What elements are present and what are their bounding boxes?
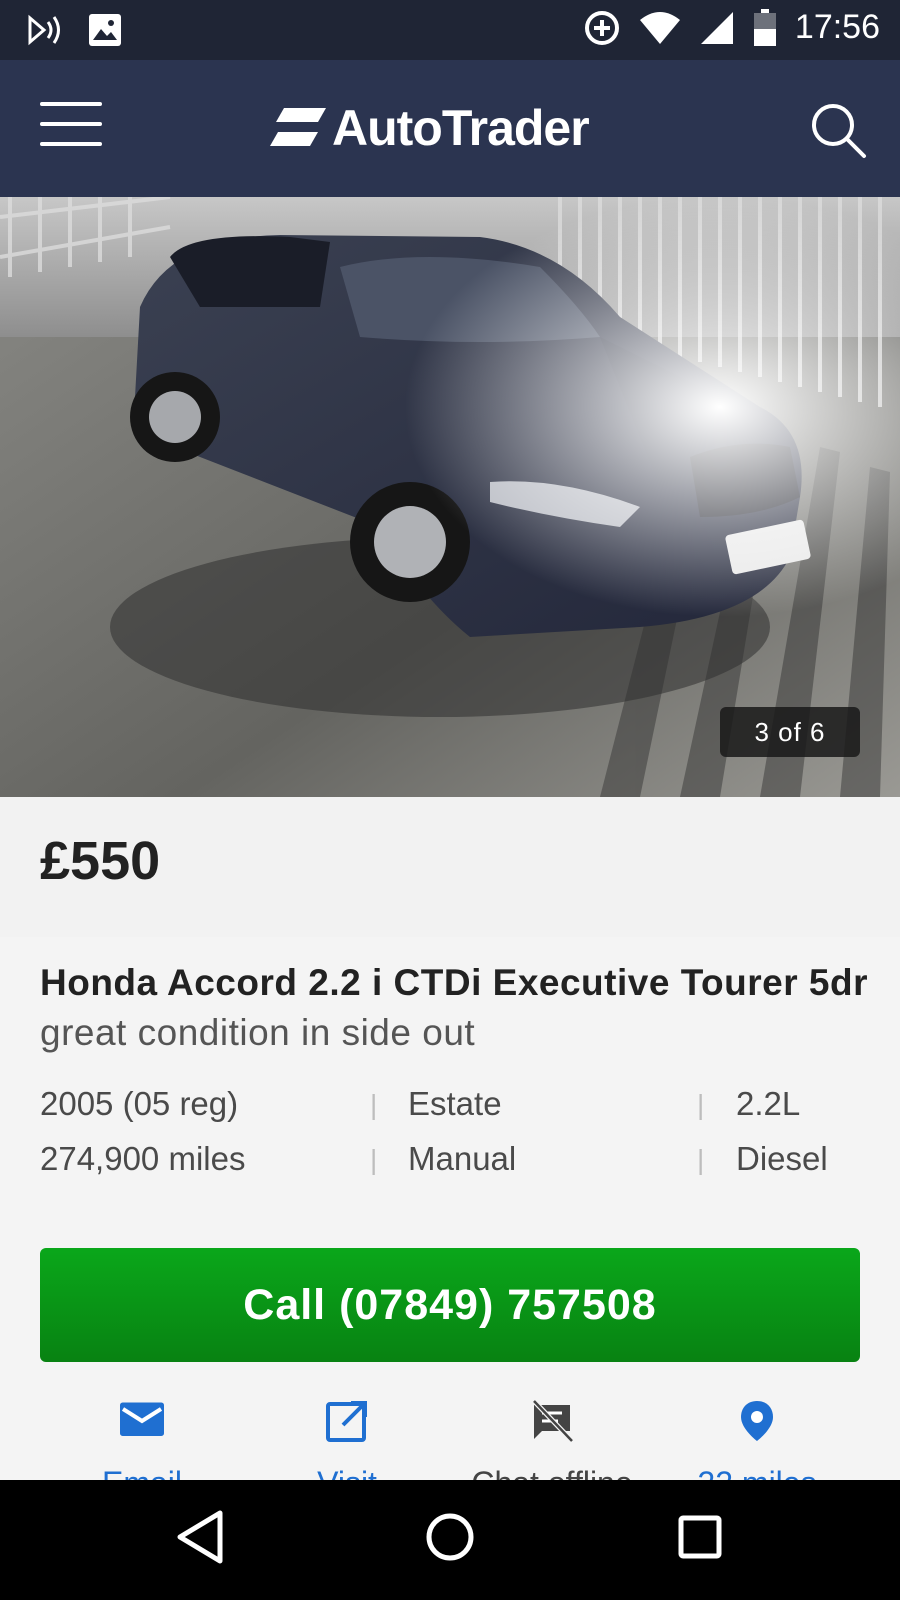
spec-divider: | — [697, 1089, 705, 1120]
distance-button[interactable]: 22 miles — [657, 1395, 857, 1480]
gallery-notification-icon — [89, 14, 121, 46]
chat-off-icon — [532, 1399, 574, 1443]
search-icon[interactable] — [808, 100, 868, 160]
hamburger-menu-icon[interactable] — [40, 102, 102, 148]
spec-mileage: 274,900 miles — [40, 1140, 246, 1177]
logo-wordmark: AutoTrader — [332, 100, 590, 156]
action-bar: Email Visit Chat offline 22 miles — [0, 1395, 900, 1480]
spec-row: 2005 (05 reg) | Estate | 2.2L — [40, 1085, 870, 1125]
spec-divider: | — [370, 1089, 378, 1120]
external-link-icon — [326, 1401, 367, 1442]
email-icon — [120, 1402, 164, 1436]
spec-row: 274,900 miles | Manual | Diesel — [40, 1140, 870, 1180]
visit-label: Visit — [247, 1465, 447, 1480]
battery-icon — [753, 8, 776, 46]
visit-button[interactable]: Visit — [247, 1395, 447, 1480]
home-icon[interactable] — [425, 1512, 475, 1562]
spec-divider: | — [697, 1144, 705, 1175]
spec-divider: | — [370, 1144, 378, 1175]
wifi-icon — [639, 11, 680, 44]
system-navigation-bar — [0, 1480, 900, 1600]
cast-audio-icon — [28, 14, 60, 46]
back-icon[interactable] — [175, 1510, 225, 1564]
autotrader-logo-mark — [270, 108, 326, 146]
spec-fuel-type: Diesel — [736, 1140, 828, 1177]
listing-title: Honda Accord 2.2 i CTDi Executive Tourer… — [40, 958, 870, 1058]
cellular-signal-icon — [700, 11, 733, 44]
price: £550 — [40, 831, 161, 891]
spec-transmission: Manual — [408, 1140, 517, 1177]
distance-label: 22 miles — [657, 1465, 857, 1480]
call-button[interactable]: Call (07849) 757508 — [40, 1248, 860, 1362]
status-time: 17:56 — [794, 8, 880, 46]
chat-offline-button[interactable]: Chat offline — [452, 1395, 652, 1480]
listing-subtitle: great condition in side out — [40, 1012, 476, 1053]
spec-year: 2005 (05 reg) — [40, 1085, 239, 1122]
photo-counter: 3 of 6 — [720, 707, 860, 757]
spec-body-type: Estate — [408, 1085, 502, 1122]
status-bar: 17:56 — [0, 0, 900, 60]
data-saver-icon — [584, 10, 619, 45]
chat-offline-label: Chat offline — [452, 1465, 652, 1480]
autotrader-logo[interactable]: AutoTrader — [270, 100, 590, 156]
email-button[interactable]: Email — [42, 1395, 242, 1480]
spec-engine-size: 2.2L — [736, 1085, 801, 1122]
email-label: Email — [42, 1465, 242, 1480]
listing-title-main: Honda Accord 2.2 i CTDi Executive Tourer… — [40, 962, 868, 1003]
location-pin-icon — [741, 1401, 773, 1441]
recents-icon[interactable] — [678, 1515, 722, 1559]
